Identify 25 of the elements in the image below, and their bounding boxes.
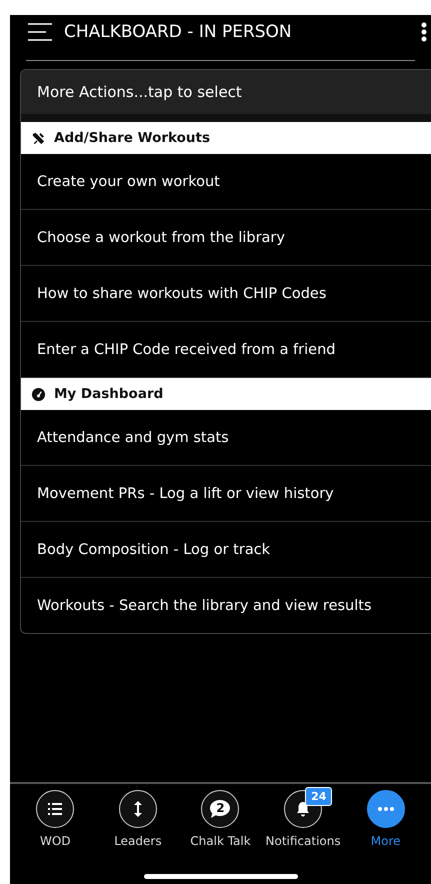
tab-item[interactable]: More <box>346 790 426 848</box>
action-item[interactable]: Choose a workout from the library <box>21 210 431 266</box>
speech-bubble-icon <box>201 790 240 828</box>
menu-icon[interactable] <box>28 22 52 40</box>
tools-icon <box>31 130 46 146</box>
more-options-icon[interactable] <box>421 22 427 42</box>
action-item[interactable]: How to share workouts with CHIP Codes <box>21 266 431 322</box>
action-item[interactable]: Attendance and gym stats <box>21 410 431 466</box>
tab-item[interactable]: Leaders <box>98 790 178 848</box>
section-title: My Dashboard <box>54 386 164 402</box>
dots-icon <box>366 790 405 828</box>
action-item[interactable]: Movement PRs - Log a lift or view history <box>21 466 431 522</box>
action-item[interactable]: Workouts - Search the library and view results <box>21 578 431 633</box>
section-title: Add/Share Workouts <box>54 130 210 146</box>
list-icon <box>36 790 74 828</box>
notification-badge: 24 <box>305 787 332 806</box>
action-item[interactable]: Body Composition - Log or track <box>21 522 431 578</box>
app-title: CHALKBOARD - IN PERSON <box>64 22 293 42</box>
tab-item[interactable]: 2 Chalk Talk <box>180 790 260 848</box>
actions-header: More Actions...tap to select <box>21 70 431 122</box>
tab-item[interactable]: 24 Notifications <box>263 790 344 848</box>
action-item[interactable]: Create your own workout <box>21 154 431 210</box>
gauge-icon <box>31 386 46 402</box>
tab-item[interactable]: WOD <box>15 790 96 848</box>
message-count: 2 <box>215 801 226 815</box>
